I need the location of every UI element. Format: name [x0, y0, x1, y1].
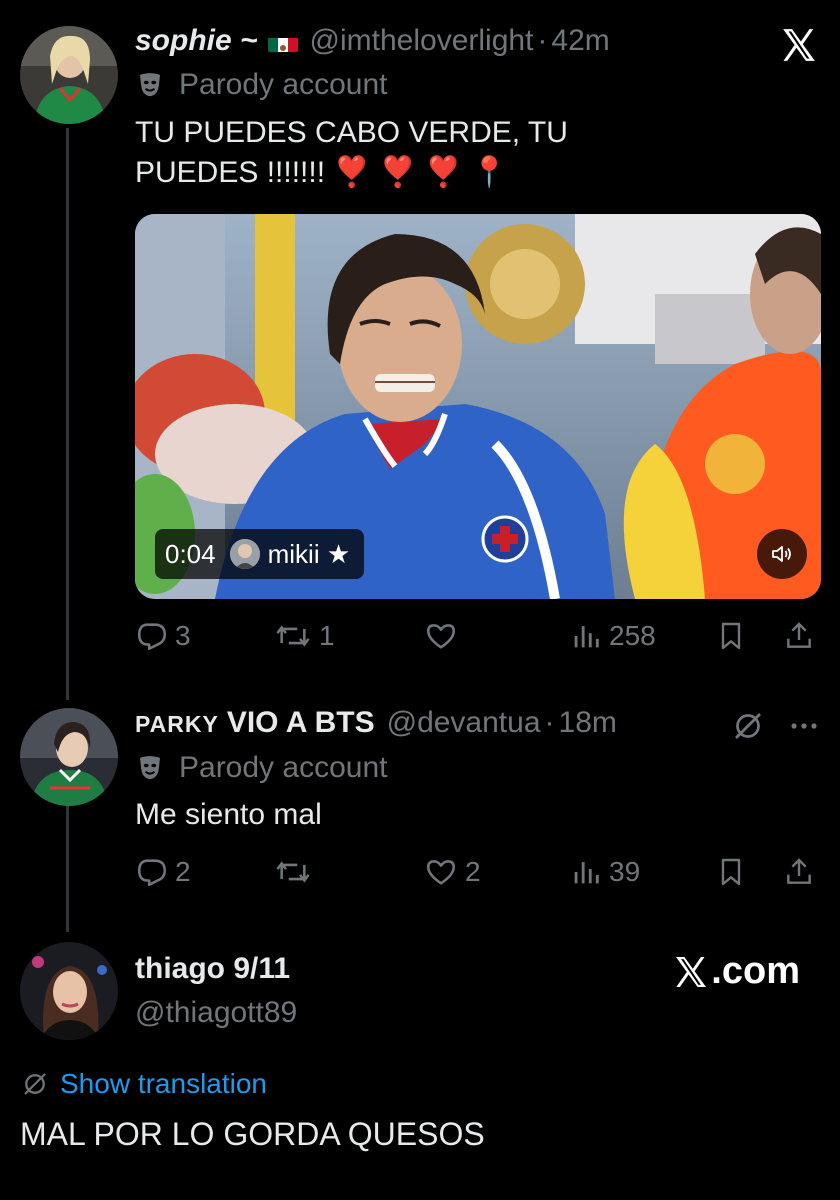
video-duration: 0:04 — [165, 538, 216, 569]
repost-button[interactable]: 1 — [273, 616, 335, 656]
show-translation-link[interactable]: Show translation — [20, 1068, 267, 1100]
views-count: 258 — [609, 620, 656, 651]
bookmark-icon — [721, 858, 741, 886]
video-source-name[interactable]: mikii ★ — [268, 539, 351, 570]
thread-line — [66, 800, 69, 932]
tweet-corner-icons — [730, 708, 820, 744]
repost-count: 1 — [319, 620, 335, 651]
display-name[interactable]: thiago 9/11 — [135, 952, 290, 986]
x-com-label: .com — [711, 950, 800, 992]
translate-icon[interactable] — [730, 708, 766, 744]
views-button[interactable]: 258 — [569, 616, 656, 656]
reply-icon — [137, 859, 167, 887]
bookmark-button[interactable] — [715, 852, 753, 892]
handle[interactable]: @imtheloverlight — [310, 24, 534, 58]
share-icon — [787, 858, 811, 884]
screenshot-root: sophie ~ @imtheloverlight · 42m Parody a… — [0, 0, 840, 1200]
views-count: 39 — [609, 856, 641, 887]
more-icon[interactable] — [788, 716, 820, 736]
reply-icon — [137, 623, 167, 651]
separator: · — [544, 706, 555, 739]
repost-icon — [276, 861, 310, 883]
theater-mask-icon — [135, 753, 165, 783]
x-logo-icon — [780, 26, 818, 69]
parody-text: Parody account — [179, 68, 388, 101]
show-translation-label[interactable]: Show translation — [60, 1068, 267, 1100]
x-com-watermark: .com — [673, 950, 800, 993]
video-player[interactable]: 0:04 mikii ★ — [135, 214, 821, 599]
heart-icon — [426, 860, 456, 885]
bookmark-button[interactable] — [715, 616, 753, 656]
tweet-text-line: TU PUEDES CABO VERDE, TU — [135, 116, 568, 149]
separator: · — [537, 24, 548, 57]
tweet-text-line: PUEDES !!!!!!! ❣️ ❣️ ❣️ 📍 — [135, 156, 508, 189]
display-name[interactable]: sophie ~ — [135, 24, 258, 58]
share-icon — [787, 622, 811, 648]
like-button[interactable]: 2 — [423, 852, 481, 892]
views-icon — [574, 862, 599, 884]
repost-icon — [276, 625, 310, 647]
avatar[interactable] — [20, 942, 118, 1040]
tweet-text: TU PUEDES CABO VERDE, TU PUEDES !!!!!!! … — [135, 113, 568, 193]
bookmark-icon — [721, 622, 741, 650]
views-icon — [574, 626, 599, 648]
tweet-actions: 3 1 258 — [135, 616, 825, 656]
handle[interactable]: @devantua — [387, 706, 541, 740]
display-name-prefix[interactable]: PARKY — [135, 711, 219, 738]
mexico-flag-icon — [267, 32, 298, 52]
translate-icon — [24, 1073, 46, 1095]
like-count: 2 — [465, 856, 481, 887]
parody-label: Parody account — [135, 68, 387, 102]
display-name[interactable]: VIO A BTS — [227, 706, 375, 740]
reply-button[interactable]: 3 — [135, 616, 191, 656]
handle[interactable]: @thiagott89 — [135, 996, 297, 1030]
avatar[interactable] — [20, 708, 118, 806]
tweet-actions: 2 2 39 — [135, 852, 825, 892]
tweet-text: Me siento mal — [135, 798, 322, 831]
reply-count: 3 — [175, 620, 191, 651]
timestamp[interactable]: 18m — [559, 706, 617, 740]
tweet-header: sophie ~ @imtheloverlight · 42m — [135, 24, 610, 58]
reply-handle-row: @thiagott89 — [135, 996, 297, 1030]
reply-text: MAL POR LO GORDA QUESOS — [20, 1116, 485, 1152]
x-logo-icon — [676, 956, 707, 987]
share-button[interactable] — [783, 616, 821, 656]
share-button[interactable] — [783, 852, 821, 892]
parody-label: Parody account — [135, 751, 387, 785]
source-avatar — [229, 539, 260, 569]
parody-text: Parody account — [179, 751, 388, 784]
reply-button[interactable]: 2 — [135, 852, 191, 892]
timestamp[interactable]: 42m — [551, 24, 609, 58]
theater-mask-icon — [135, 70, 165, 100]
views-button[interactable]: 39 — [569, 852, 640, 892]
like-button[interactable] — [423, 616, 465, 656]
speaker-icon[interactable] — [757, 529, 807, 579]
thread-line — [66, 128, 69, 700]
avatar[interactable] — [20, 26, 118, 124]
heart-icon — [426, 624, 456, 649]
reply-count: 2 — [175, 856, 191, 887]
repost-button[interactable] — [273, 852, 319, 892]
reply-header: thiago 9/11 — [135, 952, 290, 986]
tweet-header: PARKY VIO A BTS @devantua · 18m — [135, 706, 617, 740]
video-overlay-badge: 0:04 mikii ★ — [155, 529, 365, 579]
